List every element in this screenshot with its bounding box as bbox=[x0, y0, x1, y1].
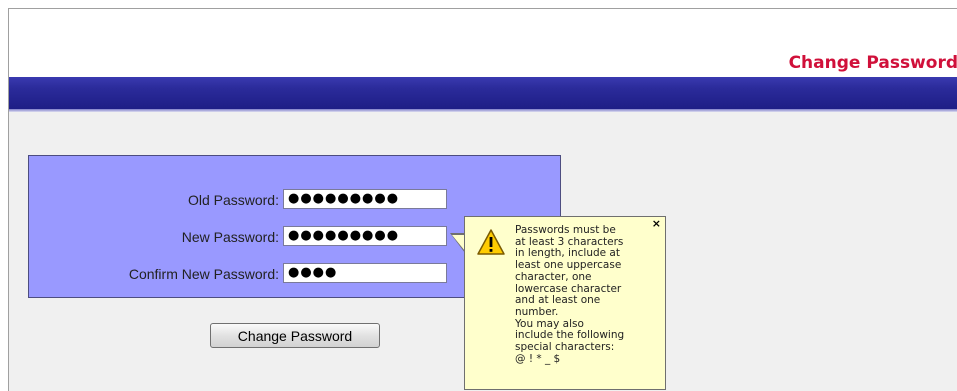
header-band bbox=[9, 77, 957, 112]
warning-icon bbox=[477, 229, 505, 255]
new-password-field[interactable]: ●●●●●●●●● bbox=[283, 226, 447, 246]
confirm-password-field[interactable]: ●●●● bbox=[283, 263, 447, 283]
confirm-password-label: Confirm New Password: bbox=[128, 266, 279, 282]
old-password-label: Old Password: bbox=[187, 192, 279, 208]
tooltip-line: character, one bbox=[515, 270, 592, 283]
old-password-row: Old Password: ●●●●●●●●● bbox=[29, 189, 560, 211]
page-title: Change Password bbox=[788, 53, 957, 73]
page-frame: Change Password Old Password: ●●●●●●●●● … bbox=[8, 8, 957, 391]
password-rules-tooltip: × Passwords must be at least 3 character… bbox=[464, 216, 666, 390]
old-password-field[interactable]: ●●●●●●●●● bbox=[283, 189, 447, 209]
tooltip-message: Passwords must be at least 3 characters … bbox=[515, 224, 663, 365]
tooltip-line: Passwords must be bbox=[515, 224, 616, 236]
tooltip-line: @ ! * _ $ bbox=[515, 352, 561, 365]
tooltip-line: number. bbox=[515, 305, 559, 318]
change-password-button[interactable]: Change Password bbox=[210, 323, 380, 348]
new-password-label: New Password: bbox=[181, 229, 279, 245]
tooltip-line: special characters: bbox=[515, 341, 615, 354]
